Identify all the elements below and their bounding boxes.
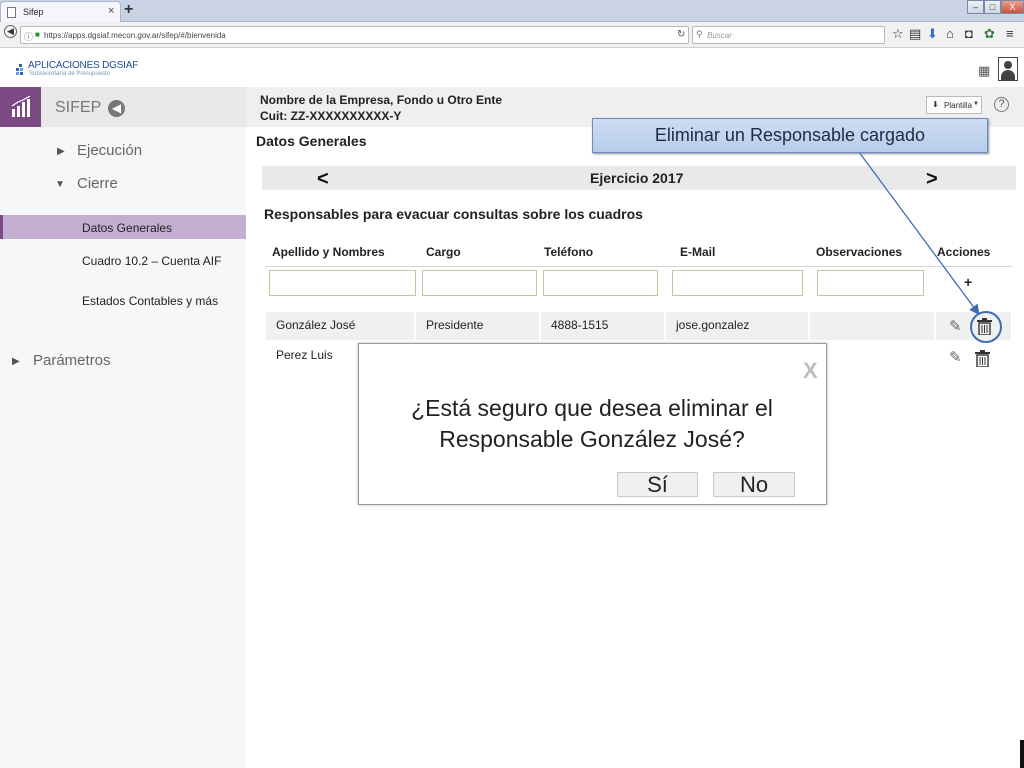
pocket-icon[interactable]: ◘ bbox=[965, 26, 973, 41]
column-header-cargo: Cargo bbox=[426, 245, 461, 259]
search-icon: ⚲ bbox=[696, 29, 703, 39]
column-header-email: E-Mail bbox=[680, 245, 716, 259]
url-bar[interactable]: ⓘ ■ https://apps.dgsiaf.mecon.gov.ar/sif… bbox=[20, 26, 689, 44]
cell-cargo: Presidente bbox=[426, 318, 484, 332]
sidebar-brand-name: SIFEP bbox=[55, 99, 102, 116]
browser-tab[interactable]: Sifep × bbox=[0, 1, 121, 22]
confirm-no-button[interactable]: No bbox=[713, 472, 795, 497]
bar-chart-icon bbox=[11, 96, 31, 117]
new-cargo-input[interactable] bbox=[422, 270, 537, 296]
user-avatar-icon[interactable] bbox=[998, 57, 1018, 81]
edit-pencil-icon[interactable]: ✎ bbox=[949, 348, 962, 366]
browser-nav-bar: ◀ ⓘ ■ https://apps.dgsiaf.mecon.gov.ar/s… bbox=[0, 22, 1024, 48]
add-responsable-button[interactable]: + bbox=[964, 274, 972, 290]
table-row bbox=[266, 312, 1011, 340]
cell-telefono: 4888-1515 bbox=[551, 318, 609, 332]
dialog-message-line: ¿Está seguro que desea eliminar el bbox=[411, 395, 773, 421]
help-icon[interactable]: ? bbox=[994, 97, 1009, 112]
browser-search-box[interactable]: ⚲ Buscar bbox=[692, 26, 885, 44]
next-year-button[interactable]: > bbox=[926, 168, 938, 191]
column-header-acciones: Acciones bbox=[937, 245, 991, 259]
page-favicon-icon bbox=[7, 7, 16, 18]
extension-icon[interactable]: ✿ bbox=[984, 26, 995, 42]
dialog-message-line: Responsable González José? bbox=[439, 426, 745, 452]
close-window-button[interactable]: X bbox=[1001, 0, 1024, 14]
header-divider bbox=[265, 266, 1012, 267]
prev-year-button[interactable]: < bbox=[317, 168, 329, 191]
column-header-telefono: Teléfono bbox=[544, 245, 594, 259]
tab-close-icon[interactable]: × bbox=[108, 5, 114, 17]
home-icon[interactable]: ⌂ bbox=[946, 26, 954, 41]
reload-icon[interactable]: ↻ bbox=[677, 29, 685, 40]
sidebar-item-parametros[interactable]: Parámetros bbox=[33, 352, 111, 369]
app-logo-subtitle: Subsecretaría de Presupuesto bbox=[29, 71, 111, 77]
caret-right-icon: ▶ bbox=[12, 356, 20, 367]
confirm-yes-button[interactable]: Sí bbox=[617, 472, 698, 497]
annotation-callout: Eliminar un Responsable cargado bbox=[592, 118, 988, 153]
cell-email: jose.gonzalez bbox=[676, 318, 750, 332]
app-logo-name[interactable]: APLICACIONES DGSIAF bbox=[28, 60, 138, 71]
browser-tab-bar bbox=[0, 0, 1024, 22]
collapse-back-icon[interactable]: ◀ bbox=[108, 100, 125, 117]
caret-right-icon: ▶ bbox=[57, 146, 65, 157]
highlight-ring bbox=[970, 311, 1002, 343]
dgsiaf-logo-icon bbox=[16, 64, 25, 75]
minimize-button[interactable]: – bbox=[967, 0, 984, 14]
cell-name: González José bbox=[276, 318, 356, 332]
company-name: Nombre de la Empresa, Fondo u Otro Ente bbox=[260, 93, 503, 107]
new-name-input[interactable] bbox=[269, 270, 416, 296]
tab-title: Sifep bbox=[23, 7, 44, 17]
dialog-message: ¿Está seguro que desea eliminar el Respo… bbox=[380, 393, 804, 455]
caret-down-icon: ▼ bbox=[55, 179, 65, 190]
info-icon[interactable]: ⓘ bbox=[24, 30, 33, 43]
app-header bbox=[0, 49, 1024, 87]
edit-pencil-icon[interactable]: ✎ bbox=[949, 317, 962, 335]
url-text[interactable]: https://apps.dgsiaf.mecon.gov.ar/sifep/#… bbox=[44, 31, 226, 40]
column-header-observaciones: Observaciones bbox=[816, 245, 903, 259]
column-header-name: Apellido y Nombres bbox=[272, 245, 385, 259]
corner-mark bbox=[1020, 740, 1024, 768]
new-tab-button[interactable]: + bbox=[124, 1, 133, 19]
table-title: Responsables para evacuar consultas sobr… bbox=[264, 206, 643, 222]
apps-grid-icon[interactable]: ▦ bbox=[978, 63, 990, 79]
new-email-input[interactable] bbox=[672, 270, 803, 296]
bookmark-star-icon[interactable]: ☆ bbox=[892, 26, 904, 42]
year-label: Ejercicio 2017 bbox=[590, 170, 684, 186]
download-icon[interactable]: ⬇ bbox=[927, 26, 938, 42]
download-icon: ⬇ bbox=[932, 100, 939, 109]
search-placeholder: Buscar bbox=[707, 31, 732, 40]
sidebar-item-cierre[interactable]: Cierre bbox=[77, 175, 118, 192]
sidebar-subitem-cuadro-10-2[interactable]: Cuadro 10.2 – Cuenta AIF bbox=[82, 254, 221, 268]
sidebar-subitem-datos-generales[interactable]: Datos Generales bbox=[82, 221, 172, 235]
plantilla-label: Plantilla bbox=[944, 101, 973, 110]
chevron-down-icon: ▼ bbox=[973, 101, 979, 107]
new-observaciones-input[interactable] bbox=[817, 270, 924, 296]
menu-icon[interactable]: ≡ bbox=[1006, 26, 1014, 41]
maximize-button[interactable]: □ bbox=[984, 0, 1001, 14]
cuit-label: Cuit: ZZ-XXXXXXXXXX-Y bbox=[260, 109, 402, 123]
dialog-close-button[interactable]: X bbox=[803, 358, 818, 384]
lock-icon: ■ bbox=[35, 30, 40, 39]
plantilla-dropdown[interactable]: ⬇ Plantilla ▼ bbox=[926, 96, 982, 114]
sidebar bbox=[0, 87, 246, 768]
trash-delete-icon[interactable] bbox=[975, 350, 990, 367]
cell-name: Perez Luis bbox=[276, 348, 333, 362]
sidebar-subitem-estados-contables[interactable]: Estados Contables y más bbox=[82, 294, 218, 308]
sidebar-item-ejecucion[interactable]: Ejecución bbox=[77, 142, 142, 159]
new-telefono-input[interactable] bbox=[543, 270, 658, 296]
section-title: Datos Generales bbox=[256, 133, 367, 149]
back-arrow-icon[interactable]: ◀ bbox=[4, 25, 17, 38]
clipboard-icon[interactable]: ▤ bbox=[909, 26, 921, 42]
entity-info: Nombre de la Empresa, Fondo u Otro Ente … bbox=[260, 92, 502, 124]
